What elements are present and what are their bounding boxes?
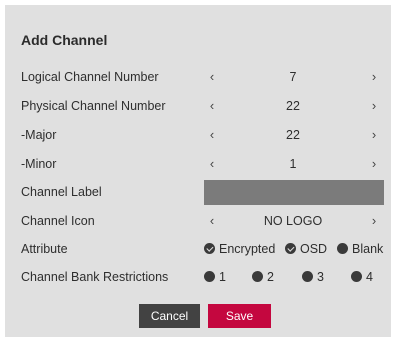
chevron-right-icon[interactable]: › [367, 213, 381, 228]
radio-dot-icon [252, 271, 263, 282]
attribute-option-label: Blank [352, 242, 384, 256]
physical-channel-row: Physical Channel Number ‹ 22 › [5, 96, 391, 118]
chevron-left-icon[interactable]: ‹ [205, 156, 219, 171]
dialog-title: Add Channel [21, 32, 108, 48]
chevron-right-icon[interactable]: › [367, 127, 381, 142]
chevron-right-icon[interactable]: › [367, 69, 381, 84]
attribute-option-label: Encrypted [219, 242, 276, 256]
bank-option-1[interactable]: 1 [204, 270, 226, 284]
bank-option-4[interactable]: 4 [351, 270, 373, 284]
attribute-option-encrypted[interactable]: Encrypted [204, 242, 275, 256]
channel-icon-value: NO LOGO [263, 214, 323, 228]
major-value: 22 [286, 128, 300, 142]
radio-dot-icon [337, 243, 348, 254]
minor-row: -Minor ‹ 1 › [5, 154, 391, 176]
major-row: -Major ‹ 22 › [5, 125, 391, 147]
bank-option-label: 4 [366, 270, 373, 284]
logical-channel-label: Logical Channel Number [21, 70, 159, 84]
attribute-label: Attribute [21, 242, 68, 256]
bank-option-2[interactable]: 2 [252, 270, 274, 284]
channel-icon-row: Channel Icon ‹ NO LOGO › [5, 211, 391, 233]
attribute-option-osd[interactable]: OSD [285, 242, 327, 256]
save-button[interactable]: Save [208, 304, 271, 328]
cancel-button[interactable]: Cancel [139, 304, 200, 328]
physical-channel-label: Physical Channel Number [21, 99, 166, 113]
bank-option-3[interactable]: 3 [302, 270, 324, 284]
add-channel-dialog: Add Channel Logical Channel Number ‹ 7 ›… [5, 5, 391, 337]
radio-dot-icon [204, 271, 215, 282]
chevron-right-icon[interactable]: › [367, 98, 381, 113]
radio-dot-icon [351, 271, 362, 282]
minor-label: -Minor [21, 157, 57, 171]
bank-restrictions-label: Channel Bank Restrictions [21, 270, 169, 284]
bank-option-label: 1 [219, 270, 226, 284]
channel-label-label: Channel Label [21, 185, 102, 199]
bank-option-label: 3 [317, 270, 324, 284]
checkmark-icon [204, 243, 215, 254]
minor-value: 1 [289, 157, 297, 171]
bank-restrictions-row: Channel Bank Restrictions 1 2 3 4 [5, 267, 391, 289]
chevron-left-icon[interactable]: ‹ [205, 127, 219, 142]
chevron-right-icon[interactable]: › [367, 156, 381, 171]
radio-dot-icon [302, 271, 313, 282]
attribute-option-blank[interactable]: Blank [337, 242, 383, 256]
major-label: -Major [21, 128, 57, 142]
bank-option-label: 2 [267, 270, 274, 284]
logical-channel-value: 7 [289, 70, 297, 84]
attribute-option-label: OSD [300, 242, 328, 256]
checkmark-icon [285, 243, 296, 254]
chevron-left-icon[interactable]: ‹ [205, 69, 219, 84]
chevron-left-icon[interactable]: ‹ [205, 98, 219, 113]
channel-label-row: Channel Label [5, 180, 391, 205]
attribute-row: Attribute Encrypted OSD Blank [5, 239, 391, 261]
chevron-left-icon[interactable]: ‹ [205, 213, 219, 228]
logical-channel-row: Logical Channel Number ‹ 7 › [5, 67, 391, 89]
physical-channel-value: 22 [286, 99, 300, 113]
channel-icon-label: Channel Icon [21, 214, 95, 228]
channel-label-input[interactable] [204, 180, 384, 205]
